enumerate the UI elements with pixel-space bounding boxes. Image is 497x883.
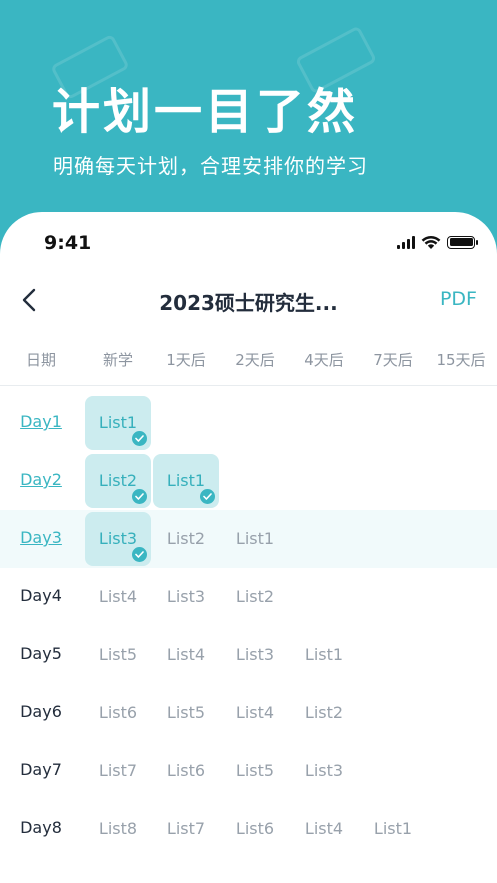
list-label: List6 xyxy=(235,819,275,838)
schedule-header: 日期 新学 1天后 2天后 4天后 7天后 15天后 xyxy=(0,344,497,386)
list-cell[interactable]: List3 xyxy=(153,587,219,606)
list-label: List2 xyxy=(235,587,275,606)
list-cell[interactable]: List1 xyxy=(222,529,288,548)
schedule-table: Day1 List1 Day2 List2 List1 Day3 List3 List2 Lis… xyxy=(0,394,497,858)
column-header: 1天后 xyxy=(166,351,206,369)
day-label: Day7 xyxy=(20,760,62,779)
list-cell[interactable]: List5 xyxy=(85,645,151,664)
list-label: List1 xyxy=(373,819,413,838)
list-label: List2 xyxy=(98,471,138,490)
column-header: 新学 xyxy=(102,351,133,369)
list-cell[interactable]: List4 xyxy=(222,703,288,722)
table-row: Day4 List4 List3 List2 xyxy=(0,568,497,626)
list-label: List2 xyxy=(166,529,206,548)
list-cell[interactable]: List3 xyxy=(291,761,357,780)
list-label: List4 xyxy=(304,819,344,838)
list-label: List5 xyxy=(98,645,138,664)
list-cell[interactable]: List2 xyxy=(222,587,288,606)
list-label: List4 xyxy=(98,587,138,606)
list-cell[interactable]: List4 xyxy=(153,645,219,664)
list-label: List1 xyxy=(98,413,138,432)
column-header: 日期 xyxy=(25,351,56,369)
status-bar: 9:41 xyxy=(0,212,497,262)
table-row: Day2 List2 List1 xyxy=(0,452,497,510)
table-row: Day6 List6 List5 List4 List2 xyxy=(0,684,497,742)
checkmark-icon xyxy=(132,489,147,504)
list-label: List4 xyxy=(166,645,206,664)
hero-title: 计划一目了然 xyxy=(52,84,359,140)
status-time: 9:41 xyxy=(44,232,92,254)
list-cell[interactable]: List6 xyxy=(222,819,288,838)
list-cell[interactable]: List5 xyxy=(153,703,219,722)
table-row: Day1 List1 xyxy=(0,394,497,452)
list-cell[interactable]: List2 xyxy=(153,529,219,548)
list-cell[interactable]: List7 xyxy=(85,761,151,780)
list-label: List6 xyxy=(166,761,206,780)
list-cell[interactable]: List1 xyxy=(291,645,357,664)
list-label: List2 xyxy=(304,703,344,722)
day-label: Day5 xyxy=(20,644,62,663)
table-row: Day3 List3 List2 List1 xyxy=(0,510,497,568)
pdf-button[interactable]: PDF xyxy=(440,288,477,310)
list-cell[interactable]: List5 xyxy=(222,761,288,780)
list-label: List5 xyxy=(166,703,206,722)
table-row: Day5 List5 List4 List3 List1 xyxy=(0,626,497,684)
list-label: List5 xyxy=(235,761,275,780)
list-cell[interactable]: List4 xyxy=(291,819,357,838)
column-header: 2天后 xyxy=(235,351,275,369)
list-label: List7 xyxy=(98,761,138,780)
battery-icon xyxy=(447,235,478,249)
list-label: List1 xyxy=(304,645,344,664)
list-label: List8 xyxy=(98,819,138,838)
list-label: List3 xyxy=(166,587,206,606)
list-cell-completed[interactable]: List1 xyxy=(85,396,151,450)
list-cell[interactable]: List6 xyxy=(85,703,151,722)
day-label[interactable]: Day3 xyxy=(8,528,74,547)
list-label: List3 xyxy=(98,529,138,548)
list-cell[interactable]: List8 xyxy=(85,819,151,838)
wifi-icon xyxy=(421,235,441,249)
day-label: Day4 xyxy=(20,586,62,605)
checkmark-icon xyxy=(132,431,147,446)
list-cell[interactable]: List6 xyxy=(153,761,219,780)
list-cell[interactable]: List4 xyxy=(85,587,151,606)
day-label: Day6 xyxy=(20,702,62,721)
checkmark-icon xyxy=(200,489,215,504)
list-cell-completed[interactable]: List1 xyxy=(153,454,219,508)
day-label[interactable]: Day1 xyxy=(8,412,74,431)
column-header: 4天后 xyxy=(304,351,344,369)
cellular-signal-icon xyxy=(397,235,415,249)
list-label: List3 xyxy=(304,761,344,780)
list-label: List4 xyxy=(235,703,275,722)
day-label: Day8 xyxy=(20,818,62,837)
table-row: Day8 List8 List7 List6 List4 List1 xyxy=(0,800,497,858)
phone-screen: 9:41 2023硕士研究生... PDF 日期 新学 1天后 2天后 4天后 7天后 15… xyxy=(0,212,497,883)
day-label[interactable]: Day2 xyxy=(8,470,74,489)
list-cell-completed[interactable]: List2 xyxy=(85,454,151,508)
list-cell[interactable]: List7 xyxy=(153,819,219,838)
table-row: Day7 List7 List6 List5 List3 xyxy=(0,742,497,800)
hero-banner: 计划一目了然 明确每天计划，合理安排你的学习 xyxy=(0,0,497,240)
list-label: List1 xyxy=(166,471,206,490)
checkmark-icon xyxy=(132,547,147,562)
list-label: List6 xyxy=(98,703,138,722)
list-label: List1 xyxy=(235,529,275,548)
nav-bar: 2023硕士研究生... PDF xyxy=(0,274,497,326)
list-label: List7 xyxy=(166,819,206,838)
list-cell[interactable]: List3 xyxy=(222,645,288,664)
list-cell[interactable]: List1 xyxy=(360,819,426,838)
status-icons xyxy=(397,234,478,250)
hero-subtitle: 明确每天计划，合理安排你的学习 xyxy=(53,154,368,178)
column-header: 15天后 xyxy=(436,351,486,369)
list-label: List3 xyxy=(235,645,275,664)
list-cell[interactable]: List2 xyxy=(291,703,357,722)
list-cell-completed[interactable]: List3 xyxy=(85,512,151,566)
page-title: 2023硕士研究生... xyxy=(159,291,338,315)
column-header: 7天后 xyxy=(373,351,413,369)
